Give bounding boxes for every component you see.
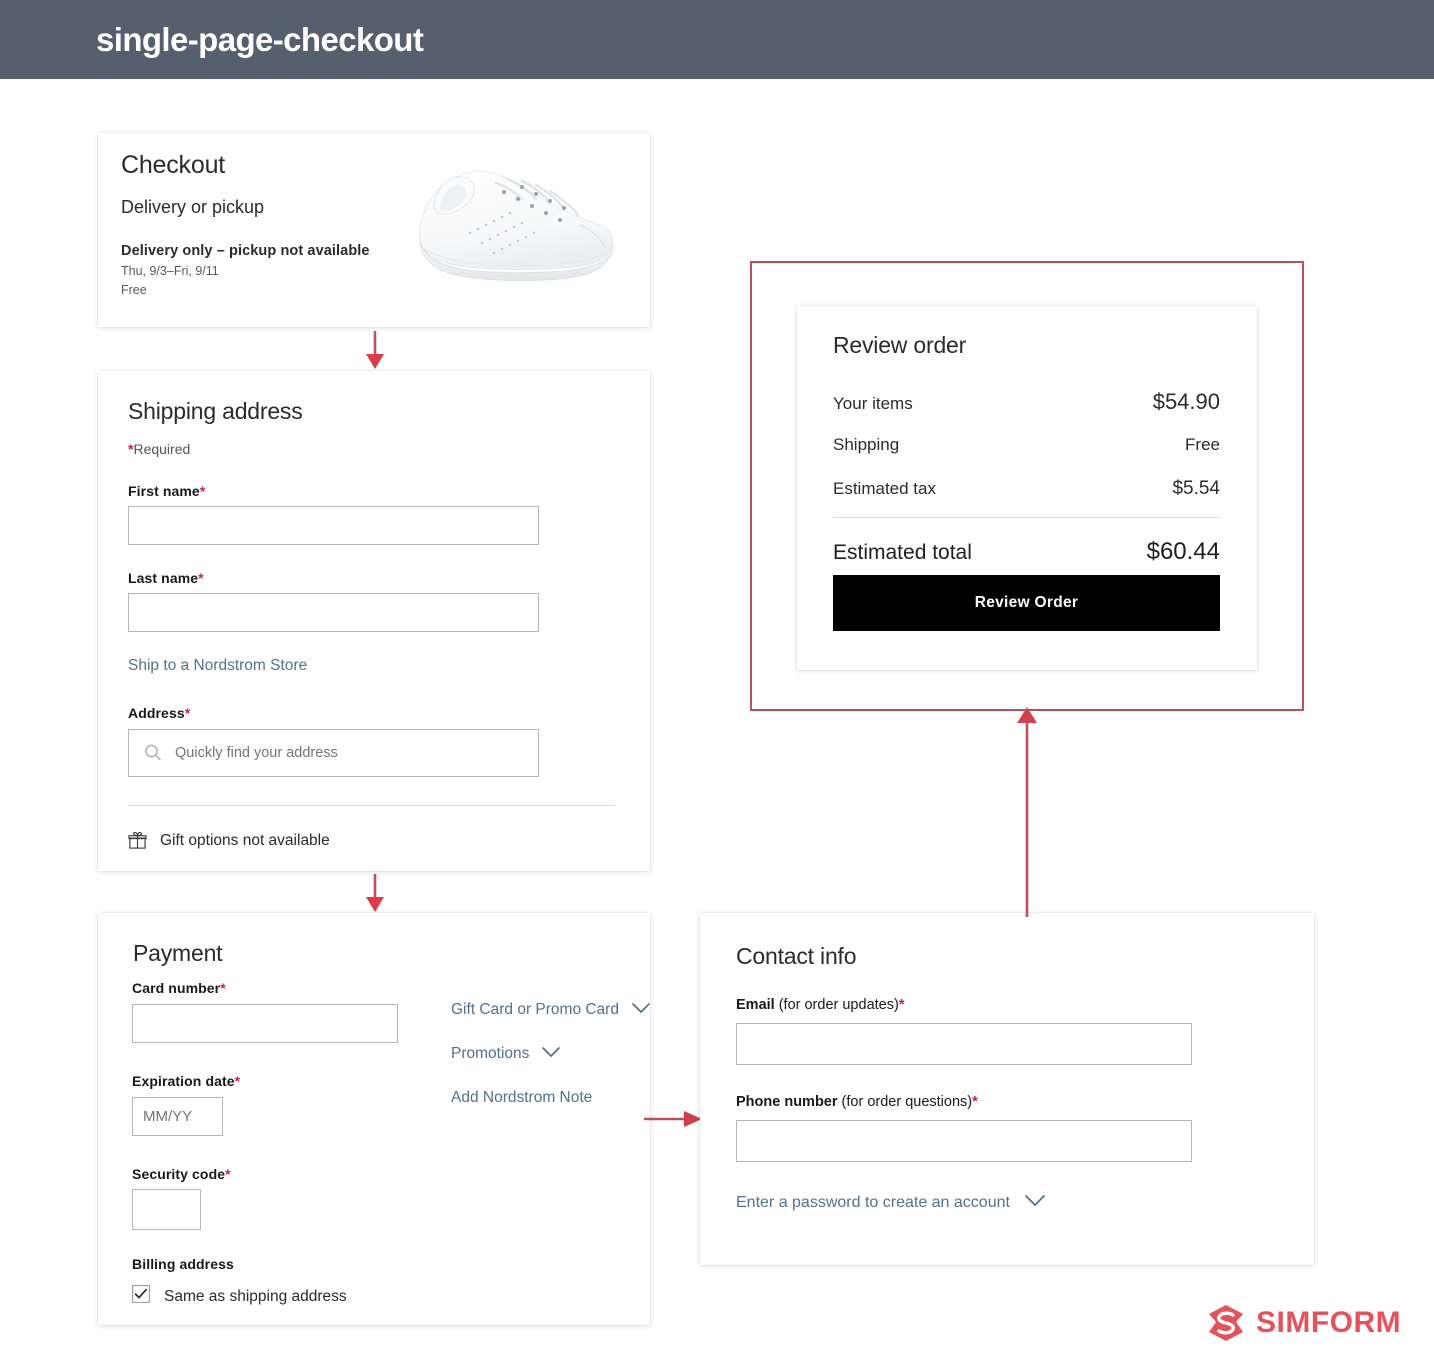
card-number-label-text: Card number xyxy=(132,980,221,996)
security-code-label: Security code* xyxy=(132,1166,231,1182)
gift-card-promo-link[interactable]: Gift Card or Promo Card xyxy=(451,1001,651,1019)
add-nordstrom-note-label: Add Nordstrom Note xyxy=(451,1089,593,1106)
contact-info-card: Contact info Email (for order updates)* … xyxy=(700,913,1314,1265)
shipping-heading: Shipping address xyxy=(128,398,303,424)
review-order-heading: Review order xyxy=(833,332,967,358)
security-code-label-text: Security code xyxy=(132,1166,226,1182)
gift-icon xyxy=(128,831,147,849)
expiration-date-label-text: Expiration date xyxy=(132,1073,235,1089)
first-name-required-mark: * xyxy=(199,483,206,499)
shipping-value: Free xyxy=(1185,435,1220,454)
phone-label-rest: (for order questions) xyxy=(837,1094,973,1110)
window-titlebar: single-page-checkout xyxy=(0,0,1434,79)
billing-checkbox[interactable] xyxy=(132,1285,150,1308)
last-name-label-text: Last name xyxy=(128,570,199,586)
review-divider xyxy=(833,517,1220,518)
review-row-shipping: Shipping Free xyxy=(833,435,1220,455)
delivery-dates: Thu, 9/3–Fri, 9/11 xyxy=(121,264,219,278)
security-code-input[interactable] xyxy=(132,1189,201,1230)
shipping-address-card: Shipping address *Required First name* L… xyxy=(98,371,650,871)
shipping-label: Shipping xyxy=(833,435,900,454)
delivery-price: Free xyxy=(121,283,147,297)
last-name-required-mark: * xyxy=(198,570,204,586)
search-icon xyxy=(145,744,161,761)
security-code-required-mark: * xyxy=(225,1166,231,1182)
email-input[interactable] xyxy=(736,1023,1192,1065)
page-root: single-page-checkout Checkout Delivery o… xyxy=(0,0,1434,1366)
review-row-your-items: Your items $54.90 xyxy=(833,389,1220,415)
email-label-rest: (for order updates) xyxy=(774,997,899,1013)
estimated-tax-value: $5.54 xyxy=(1172,478,1220,499)
expiration-date-label: Expiration date* xyxy=(132,1073,240,1089)
arrow-checkout-to-shipping xyxy=(355,331,395,376)
first-name-label-text: First name xyxy=(128,483,200,499)
add-nordstrom-note-link[interactable]: Add Nordstrom Note xyxy=(451,1089,651,1107)
create-account-password-label: Enter a password to create an account xyxy=(736,1194,1010,1211)
shipping-divider xyxy=(128,805,615,806)
address-required-mark: * xyxy=(184,705,191,721)
email-required-mark: * xyxy=(898,997,905,1013)
required-note-text: Required xyxy=(133,441,191,457)
estimated-total-value: $60.44 xyxy=(1146,538,1220,565)
review-order-button[interactable]: Review Order xyxy=(833,575,1220,631)
review-order-card: Review order Your items $54.90 Shipping … xyxy=(797,306,1257,670)
payment-heading: Payment xyxy=(133,940,223,966)
white-sneaker-icon xyxy=(419,170,614,282)
arrow-contact-to-review xyxy=(1007,705,1047,922)
ship-to-store-link[interactable]: Ship to a Nordstrom Store xyxy=(128,657,307,675)
payment-card: Payment Card number* Expiration date* Se… xyxy=(98,913,650,1325)
email-label: Email (for order updates)* xyxy=(736,997,904,1013)
card-number-label: Card number* xyxy=(132,980,226,996)
delivery-note: Delivery only – pickup not available xyxy=(121,243,370,259)
last-name-label: Last name* xyxy=(128,570,204,586)
page-title: single-page-checkout xyxy=(96,20,424,58)
review-row-estimated-total: Estimated total $60.44 xyxy=(833,538,1220,566)
gift-card-promo-label: Gift Card or Promo Card xyxy=(451,1001,619,1018)
card-number-input[interactable] xyxy=(132,1004,398,1043)
first-name-label: First name* xyxy=(128,483,205,499)
contact-heading: Contact info xyxy=(736,943,857,969)
last-name-input[interactable] xyxy=(128,593,539,632)
address-search-box[interactable] xyxy=(128,729,539,777)
required-note: *Required xyxy=(128,441,190,457)
checkout-subheading: Delivery or pickup xyxy=(121,197,265,217)
your-items-value: $54.90 xyxy=(1152,389,1220,414)
chevron-down-icon xyxy=(1024,1194,1046,1212)
promotions-label: Promotions xyxy=(451,1045,530,1062)
arrow-payment-to-contact xyxy=(644,1104,706,1139)
simform-wordmark: SIMFORM xyxy=(1256,1306,1402,1339)
email-label-bold: Email xyxy=(736,997,775,1013)
product-image xyxy=(412,147,622,297)
address-label: Address* xyxy=(128,705,190,721)
simform-logo: SIMFORM xyxy=(1205,1300,1405,1346)
billing-checkbox-label: Same as shipping address xyxy=(164,1287,347,1305)
chevron-down-icon xyxy=(541,1045,561,1063)
simform-mark-icon xyxy=(1209,1305,1243,1341)
gift-options-row: Gift options not available xyxy=(128,831,330,850)
phone-required-mark: * xyxy=(972,1094,978,1110)
phone-label-bold: Phone number xyxy=(736,1094,838,1110)
your-items-label: Your items xyxy=(833,394,913,413)
address-label-text: Address xyxy=(128,705,185,721)
create-account-password-link[interactable]: Enter a password to create an account xyxy=(736,1194,1046,1212)
first-name-input[interactable] xyxy=(128,506,539,545)
billing-address-heading: Billing address xyxy=(132,1256,234,1272)
chevron-down-icon xyxy=(631,1001,651,1019)
billing-same-as-shipping-row[interactable]: Same as shipping address xyxy=(132,1285,347,1308)
expiration-date-input[interactable] xyxy=(132,1097,223,1136)
gift-options-label: Gift options not available xyxy=(160,831,330,849)
promotions-link[interactable]: Promotions xyxy=(451,1045,651,1063)
payment-links-group: Gift Card or Promo Card Promotions Add N… xyxy=(451,1001,651,1133)
phone-label: Phone number (for order questions)* xyxy=(736,1094,978,1110)
estimated-total-label: Estimated total xyxy=(833,541,972,564)
card-number-required-mark: * xyxy=(220,980,226,996)
checkout-card: Checkout Delivery or pickup Delivery onl… xyxy=(98,133,650,327)
phone-input[interactable] xyxy=(736,1120,1192,1162)
estimated-tax-label: Estimated tax xyxy=(833,479,936,498)
expiration-date-required-mark: * xyxy=(234,1073,241,1089)
checkout-heading: Checkout xyxy=(121,151,226,179)
address-input[interactable] xyxy=(173,744,513,762)
review-row-estimated-tax: Estimated tax $5.54 xyxy=(833,478,1220,500)
